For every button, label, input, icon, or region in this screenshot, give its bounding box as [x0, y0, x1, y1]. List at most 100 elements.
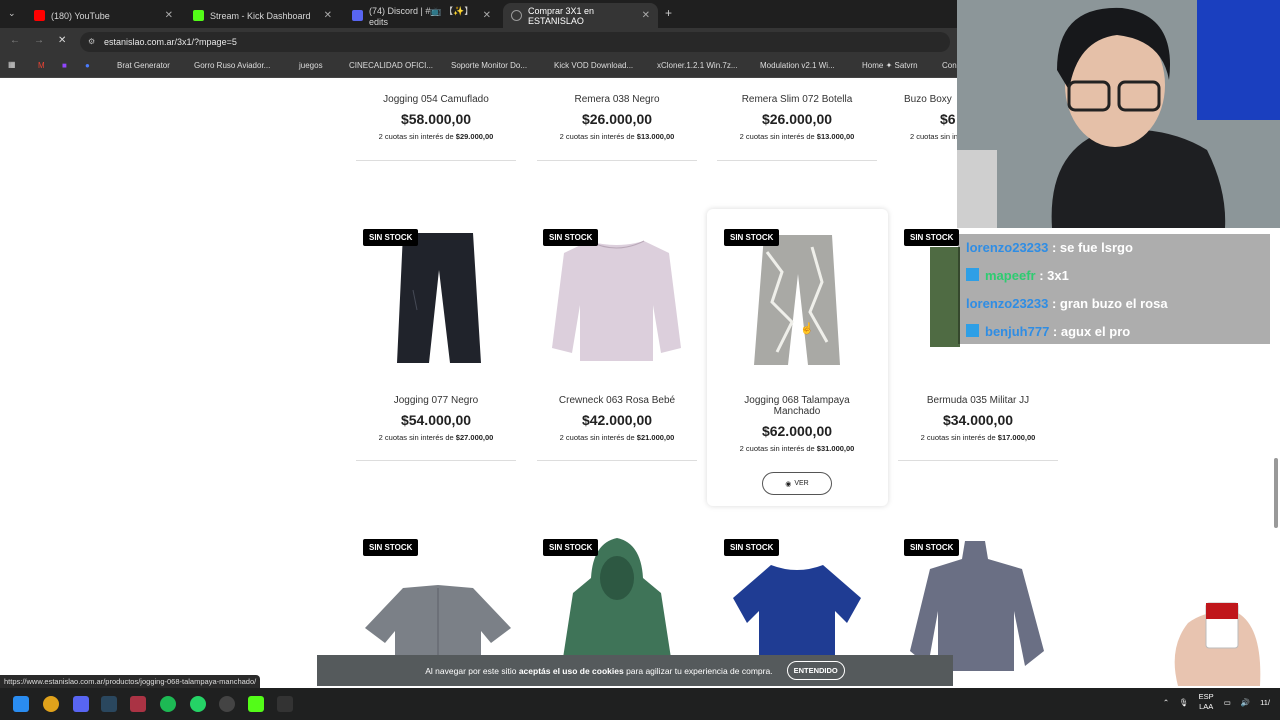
- divider: [537, 160, 697, 161]
- bookmarks-bar: ▦ M ■ ● Brat Generator Gorro Ruso Aviado…: [0, 56, 960, 78]
- tab-menu-icon[interactable]: ⌄: [8, 8, 16, 19]
- tab-label: Comprar 3X1 en ESTANISLAO: [528, 5, 595, 26]
- chrome-icon[interactable]: [43, 696, 59, 712]
- bookmark-con[interactable]: Con: [942, 61, 957, 70]
- product-card[interactable]: Remera 038 Negro $26.000,00 2 cuotas sin i…: [537, 94, 697, 161]
- product-image[interactable]: [752, 232, 842, 372]
- product-card[interactable]: Jogging 077 Negro $54.000,00 2 cuotas sin …: [356, 395, 516, 461]
- chat-username: benjuh777: [985, 324, 1050, 339]
- kick-icon: [193, 10, 204, 21]
- bookmark-juegos[interactable]: juegos: [299, 61, 323, 70]
- product-price: $26.000,00: [581, 111, 653, 127]
- product-name: Jogging 077 Negro: [393, 395, 479, 406]
- bookmark-soporte[interactable]: Soporte Monitor Do...: [451, 61, 527, 70]
- chat-text: : agux el pro: [1049, 324, 1131, 339]
- bookmark-icon[interactable]: ●: [85, 61, 90, 70]
- installments: 2 cuotas sin interés de $27.000,00: [356, 433, 516, 442]
- steam-icon[interactable]: [101, 696, 117, 712]
- site-info-icon[interactable]: ⚙: [88, 37, 95, 46]
- installments-text: 2 cuotas sin interés: [910, 132, 957, 141]
- product-card[interactable]: Bermuda 035 Militar JJ $34.000,00 2 cuotas…: [898, 395, 1058, 461]
- network-icon[interactable]: ▭: [1224, 698, 1231, 707]
- bookmark-modulation[interactable]: Modulation v2.1 Wi...: [760, 61, 835, 70]
- app-icon[interactable]: [130, 696, 146, 712]
- product-card[interactable]: Remera Slim 072 Botella $26.000,00 2 cuota…: [717, 94, 877, 161]
- browser-tab-bar: ⌄ (180) YouTube ✕ Stream - Kick Dashboard…: [0, 0, 960, 28]
- product-card[interactable]: Jogging 068 Talampaya Manchado $62.000,00…: [717, 395, 877, 453]
- product-image[interactable]: [549, 233, 684, 373]
- tab-discord[interactable]: (74) Discord | #📺 【✨】 edits ✕: [344, 3, 499, 28]
- sin-stock-badge: SIN STOCK: [363, 539, 419, 556]
- obs-icon[interactable]: [219, 696, 235, 712]
- new-tab-button[interactable]: +: [665, 6, 672, 20]
- ver-button[interactable]: ◉ VER: [762, 472, 832, 495]
- product-image[interactable]: [930, 247, 960, 352]
- stop-loading-icon[interactable]: ✕: [58, 35, 66, 46]
- eye-icon: ◉: [785, 480, 792, 488]
- close-icon[interactable]: ✕: [324, 10, 332, 21]
- product-price: $54.000,00: [400, 412, 472, 428]
- gmail-icon[interactable]: M: [38, 61, 45, 70]
- youtube-icon: [34, 10, 45, 21]
- divider: [356, 160, 516, 161]
- tab-label: Stream - Kick Dashboard: [210, 10, 311, 21]
- product-name: Jogging 054 Camuflado: [383, 94, 489, 105]
- loading-icon: [511, 10, 522, 21]
- close-icon[interactable]: ✕: [642, 10, 650, 21]
- url-text: estanislao.com.ar/3x1/?mpage=5: [104, 37, 237, 47]
- product-image[interactable]: [561, 538, 673, 663]
- bookmark-satvrn[interactable]: Home ✦ Satvrn: [862, 61, 918, 70]
- close-icon[interactable]: ✕: [165, 10, 173, 21]
- product-price: $62.000,00: [761, 423, 833, 439]
- sin-stock-badge: SIN STOCK: [724, 229, 780, 246]
- tab-estanislao[interactable]: Comprar 3X1 en ESTANISLAO ✕: [503, 3, 658, 28]
- product-card[interactable]: Crewneck 063 Rosa Bebé $42.000,00 2 cuotas…: [537, 395, 697, 461]
- bookmark-gorro[interactable]: Gorro Ruso Aviador...: [194, 61, 270, 70]
- page-scrollbar[interactable]: [1274, 458, 1278, 528]
- hand-overlay: [1168, 588, 1268, 686]
- product-card[interactable]: Jogging 054 Camuflado $58.000,00 2 cuotas …: [356, 94, 516, 161]
- clock[interactable]: 11/: [1260, 698, 1270, 707]
- product-price: $6: [940, 111, 956, 127]
- product-price: $58.000,00: [400, 111, 472, 127]
- url-input[interactable]: ⚙ estanislao.com.ar/3x1/?mpage=5: [80, 32, 950, 52]
- ver-label: VER: [794, 480, 809, 487]
- volume-icon[interactable]: 🔊: [1241, 698, 1250, 707]
- bookmark-cinecalidad[interactable]: CINECALIDAD OFICI...: [349, 61, 433, 70]
- installments-text: 2 cuotas sin interés de: [739, 132, 815, 141]
- bookmark-xcloner[interactable]: xCloner.1.2.1 Win.7z...: [657, 61, 737, 70]
- chat-message: lorenzo23233 : gran buzo el rosa: [966, 296, 1168, 311]
- installments: 2 cuotas sin interés de $13.000,00: [717, 132, 877, 141]
- epic-games-icon[interactable]: [277, 696, 293, 712]
- tab-label: (74) Discord | #📺 【✨】 edits: [369, 6, 474, 27]
- language-indicator[interactable]: ESP LAA: [1199, 692, 1214, 712]
- layout-code: LAA: [1199, 702, 1214, 711]
- product-image[interactable]: [393, 230, 483, 370]
- close-icon[interactable]: ✕: [483, 10, 491, 21]
- installments-amount: $17.000,00: [997, 433, 1036, 442]
- chevron-up-icon[interactable]: ⌃: [1163, 698, 1169, 707]
- product-image[interactable]: [731, 563, 863, 668]
- tab-kick[interactable]: Stream - Kick Dashboard ✕: [185, 3, 340, 28]
- product-name: Bermuda 035 Militar JJ: [926, 395, 1030, 406]
- tab-youtube[interactable]: (180) YouTube ✕: [26, 3, 181, 28]
- microphone-icon[interactable]: 🎙: [1179, 698, 1189, 707]
- installments-text: 2 cuotas sin interés de: [739, 444, 815, 453]
- apps-icon[interactable]: ▦: [8, 60, 16, 69]
- kick-icon[interactable]: [248, 696, 264, 712]
- discord-icon[interactable]: [73, 696, 89, 712]
- spotify-icon[interactable]: [160, 696, 176, 712]
- entendido-button[interactable]: ENTENDIDO: [786, 661, 845, 680]
- twitch-icon[interactable]: ■: [62, 61, 67, 70]
- whatsapp-icon[interactable]: [190, 696, 206, 712]
- discord-icon: [352, 10, 363, 21]
- windows-start-icon[interactable]: [13, 696, 29, 712]
- stream-chat-overlay: lorenzo23233 : se fue lsrgo mapeefr : 3x…: [958, 234, 1270, 344]
- forward-icon[interactable]: →: [34, 35, 44, 46]
- bookmark-brat[interactable]: Brat Generator: [117, 61, 170, 70]
- back-icon[interactable]: ←: [10, 35, 20, 46]
- product-card[interactable]: Buzo Boxy $6 2 cuotas sin interés: [898, 94, 957, 141]
- installments: 2 cuotas sin interés de $17.000,00: [898, 433, 1058, 442]
- bookmark-kickvod[interactable]: Kick VOD Download...: [554, 61, 633, 70]
- cookie-text: Al navegar por este sitio aceptás el uso…: [425, 666, 772, 676]
